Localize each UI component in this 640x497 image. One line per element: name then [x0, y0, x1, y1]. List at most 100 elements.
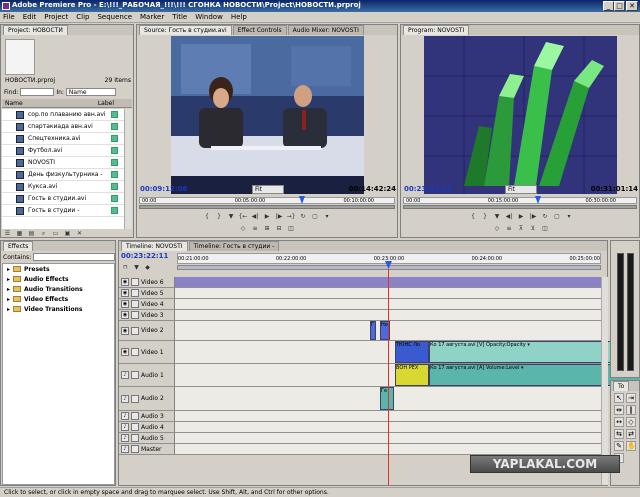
project-item-row[interactable]: День физкультурника -	[2, 169, 124, 181]
find-icon[interactable]: ⌕	[39, 229, 48, 238]
timeline-clip[interactable]: Г	[370, 321, 376, 340]
project-item-row[interactable]: Гость в студии -	[2, 205, 124, 217]
loop-icon[interactable]: ↻	[299, 212, 308, 221]
program-output-icon[interactable]: ▾	[565, 212, 574, 221]
track-header[interactable]: ♪ Audio 3	[119, 411, 175, 421]
menu-file[interactable]: File	[3, 13, 15, 22]
source-time-ruler[interactable]: 00:00 00:05:00:00 00:10:00:00	[139, 197, 395, 204]
tab-effects[interactable]: Effects	[3, 241, 34, 251]
play-icon[interactable]: ▶	[263, 212, 272, 221]
folder-audio-effects[interactable]: ▸ Audio Effects	[3, 274, 114, 284]
shuttle-icon[interactable]: ◇	[239, 224, 248, 233]
menu-marker[interactable]: Marker	[140, 13, 164, 22]
project-item-row[interactable]: спартакиада авн.avi	[2, 121, 124, 133]
list-view-icon[interactable]: ☰	[3, 229, 12, 238]
column-label-header[interactable]: Label	[98, 100, 114, 107]
timeline-clip[interactable]: ВОН РЕХ	[395, 364, 429, 386]
track-header[interactable]: ◉ Video 6	[119, 277, 175, 287]
program-step-back-icon[interactable]: ◀|	[505, 212, 514, 221]
step-back-icon[interactable]: ◀|	[251, 212, 260, 221]
track-header[interactable]: ◉ Video 3	[119, 310, 175, 320]
toggle-output-speaker-icon[interactable]: ♪	[121, 445, 129, 453]
project-item-row[interactable]: Спецтехника.avi	[2, 133, 124, 145]
program-fit-select[interactable]: Fit	[505, 184, 537, 194]
toggle-output-eye-icon[interactable]: ◉	[121, 311, 129, 319]
tab-tools[interactable]: To	[613, 381, 630, 391]
automate-icon[interactable]: ▤	[27, 229, 36, 238]
rolling-edit-tool-icon[interactable]: ‖	[626, 405, 636, 415]
tab-source[interactable]: Source: Гость в студии.avi	[139, 25, 232, 35]
insert-icon[interactable]: ⊞	[263, 224, 272, 233]
toggle-output-speaker-icon[interactable]: ♪	[121, 394, 129, 403]
jog-icon[interactable]: ≡	[251, 224, 260, 233]
program-set-out-icon[interactable]: }	[481, 212, 490, 221]
track-header[interactable]: ◉ Video 1	[119, 341, 175, 363]
program-marker-icon[interactable]: ▼	[493, 212, 502, 221]
project-item-row[interactable]: Кукса.avi	[2, 181, 124, 193]
project-item-row[interactable]: сор.по плаванию авн.avi	[2, 109, 124, 121]
delete-icon[interactable]: ✕	[75, 229, 84, 238]
source-zoom-bar[interactable]	[139, 205, 395, 209]
lock-toggle-icon[interactable]	[131, 394, 139, 403]
slide-tool-icon[interactable]: ⇄	[626, 429, 636, 439]
razor-tool-icon[interactable]: ◇	[626, 417, 636, 427]
maximize-button[interactable]: □	[614, 1, 625, 11]
lock-toggle-icon[interactable]	[131, 445, 139, 453]
program-safe-margins-icon[interactable]: ▢	[553, 212, 562, 221]
folder-video-transitions[interactable]: ▸ Video Transitions	[3, 304, 114, 314]
track-header[interactable]: ◉ Video 5	[119, 288, 175, 298]
tab-timeline-novosti[interactable]: Timeline: NOVOSTI	[121, 241, 188, 251]
toggle-output-eye-icon[interactable]: ◉	[121, 278, 129, 286]
toggle-output-eye-icon[interactable]: ◉	[121, 300, 129, 308]
column-name-header[interactable]: Name	[5, 100, 23, 107]
keyframe-icon[interactable]: ◆	[143, 263, 152, 272]
folder-audio-transitions[interactable]: ▸ Audio Transitions	[3, 284, 114, 294]
toggle-output-eye-icon[interactable]: ◉	[121, 348, 129, 356]
close-button[interactable]: ✕	[626, 1, 638, 11]
new-bin-icon[interactable]: ▭	[51, 229, 60, 238]
toggle-output-speaker-icon[interactable]: ♪	[121, 371, 129, 379]
source-current-timecode[interactable]: 00:09:12:06	[140, 185, 187, 193]
effects-search-input[interactable]	[33, 253, 115, 261]
safe-margins-icon[interactable]: ▢	[311, 212, 320, 221]
timeline-clip[interactable]: Ко 17 августа.avi [A] Volume:Level ▾	[429, 364, 640, 386]
menu-title[interactable]: Title	[172, 13, 187, 22]
set-out-icon[interactable]: }	[215, 212, 224, 221]
program-loop-icon[interactable]: ↻	[541, 212, 550, 221]
project-item-row[interactable]: Гость в студии.avi	[2, 193, 124, 205]
selection-tool-icon[interactable]: ↖	[614, 393, 624, 403]
lock-toggle-icon[interactable]	[131, 311, 139, 319]
program-zoom-bar[interactable]	[403, 205, 637, 209]
pen-tool-icon[interactable]: ✎	[614, 441, 624, 451]
lift-icon[interactable]: ⊼	[517, 224, 526, 233]
ripple-edit-tool-icon[interactable]: ⇹	[614, 405, 624, 415]
goto-out-icon[interactable]: →}	[287, 212, 296, 221]
toggle-output-eye-icon[interactable]: ◉	[121, 326, 129, 335]
icon-view-icon[interactable]: ▦	[15, 229, 24, 238]
set-marker-icon[interactable]: ▼	[132, 263, 141, 272]
snap-icon[interactable]: ⊓	[121, 263, 130, 272]
hand-tool-icon[interactable]: ✋	[626, 441, 636, 451]
goto-in-icon[interactable]: {←	[239, 212, 248, 221]
timeline-scrollbar[interactable]	[601, 277, 608, 485]
overlay-icon[interactable]: ⊟	[275, 224, 284, 233]
track-select-tool-icon[interactable]: ⇥	[626, 393, 636, 403]
toggle-output-speaker-icon[interactable]: ♪	[121, 434, 129, 442]
program-step-forward-icon[interactable]: |▶	[529, 212, 538, 221]
find-input[interactable]	[20, 88, 55, 96]
toggle-output-speaker-icon[interactable]: ♪	[121, 423, 129, 431]
track-header[interactable]: ♪ Audio 5	[119, 433, 175, 443]
extract-icon[interactable]: ⊻	[529, 224, 538, 233]
tab-program[interactable]: Program: NOVOSTI	[403, 25, 470, 35]
lock-toggle-icon[interactable]	[131, 423, 139, 431]
set-in-icon[interactable]: {	[203, 212, 212, 221]
folder-video-effects[interactable]: ▸ Video Effects	[3, 294, 114, 304]
lock-toggle-icon[interactable]	[131, 434, 139, 442]
rate-stretch-tool-icon[interactable]: ↔	[614, 417, 624, 427]
toggle-take-icon[interactable]: ◫	[287, 224, 296, 233]
slip-tool-icon[interactable]: ⇆	[614, 429, 624, 439]
tab-effect-controls[interactable]: Effect Controls	[232, 25, 287, 35]
toggle-output-speaker-icon[interactable]: ♪	[121, 412, 129, 420]
track-header[interactable]: ♪ Audio 1	[119, 364, 175, 386]
marker-icon[interactable]: ▼	[227, 212, 236, 221]
